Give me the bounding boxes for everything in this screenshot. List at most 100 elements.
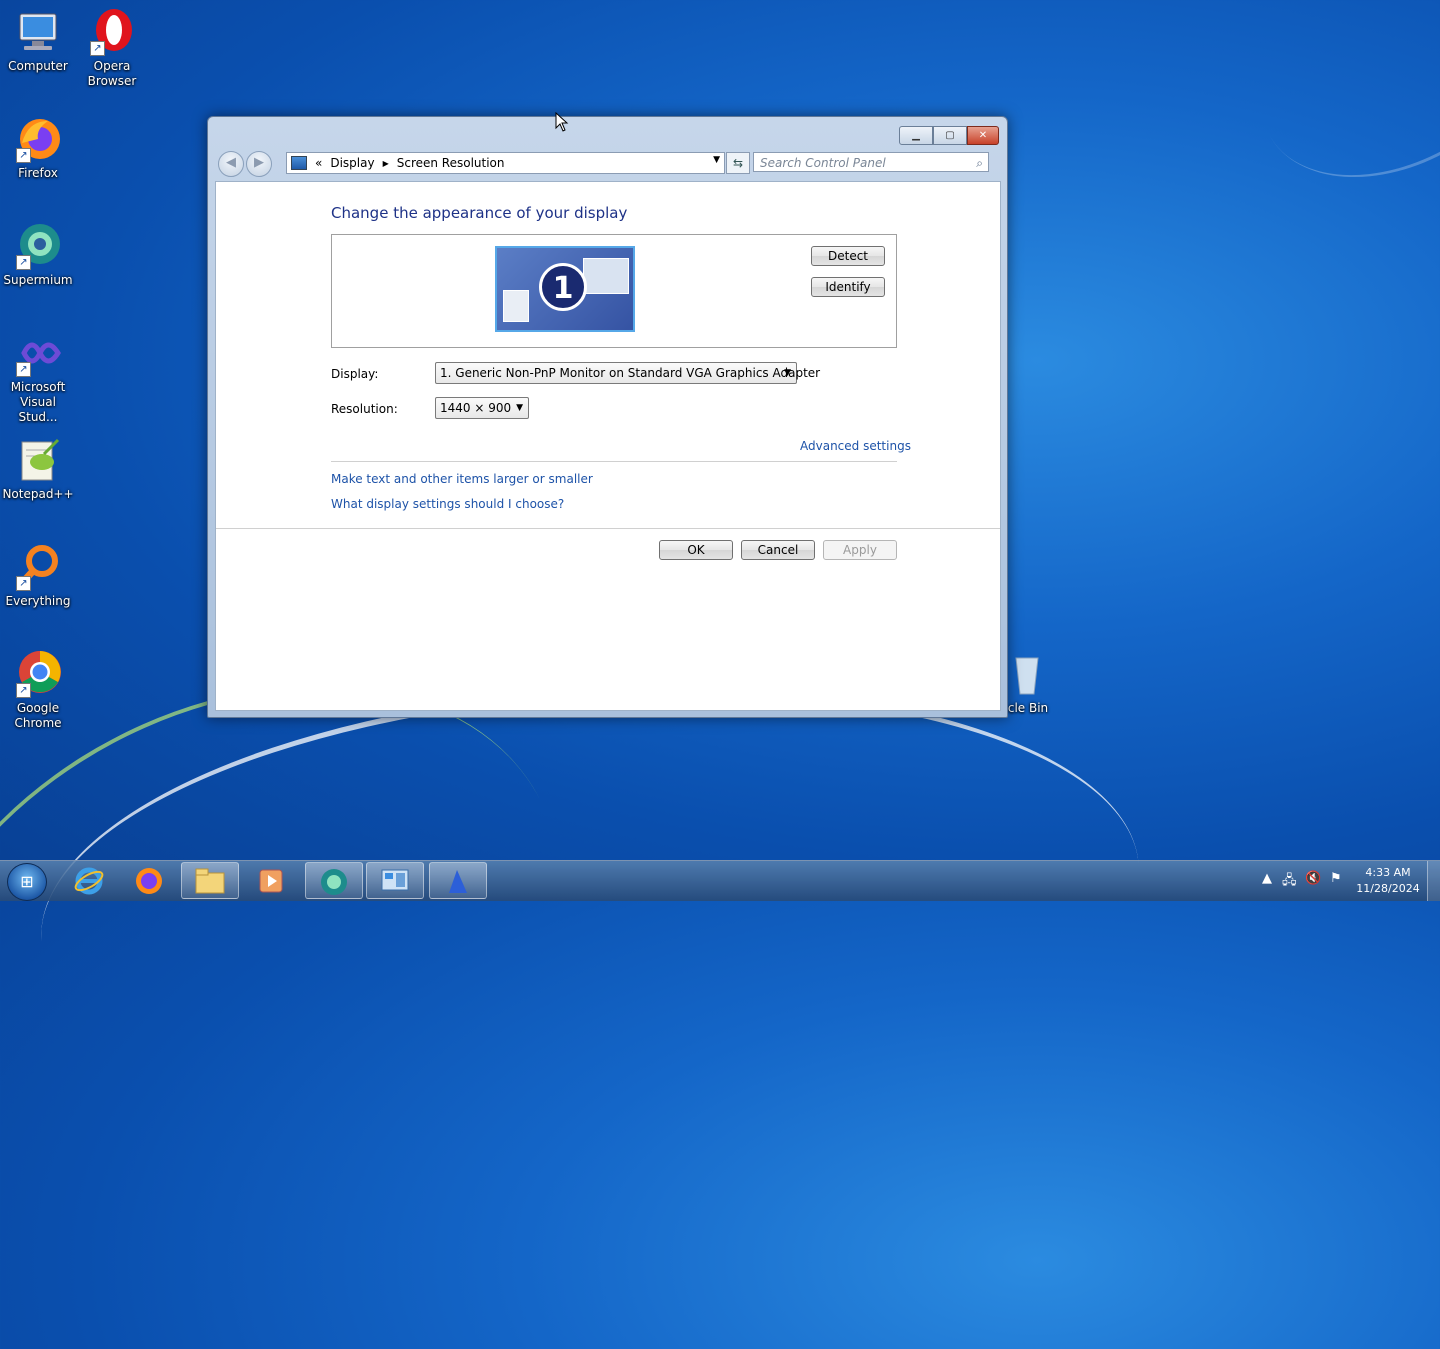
folder-icon bbox=[195, 868, 225, 894]
window-preview-graphic bbox=[583, 258, 629, 294]
display-label: Display: bbox=[331, 367, 379, 381]
detect-button[interactable]: Detect bbox=[811, 246, 885, 266]
search-icon[interactable]: ⌕ bbox=[976, 153, 983, 173]
breadcrumb-display[interactable]: Display bbox=[330, 156, 374, 170]
forward-button[interactable]: ▶ bbox=[246, 151, 272, 177]
shortcut-arrow-icon: ↗ bbox=[16, 576, 31, 591]
show-desktop-button[interactable] bbox=[1427, 861, 1440, 901]
shortcut-arrow-icon: ↗ bbox=[16, 362, 31, 377]
taskbar-control-panel[interactable] bbox=[366, 862, 424, 899]
control-panel-icon bbox=[381, 869, 409, 891]
clock-date: 11/28/2024 bbox=[1356, 882, 1420, 895]
monitor-arrangement-box: 1 Detect Identify bbox=[331, 234, 897, 348]
close-icon: ✕ bbox=[978, 130, 988, 141]
taskbar-app[interactable] bbox=[429, 862, 487, 899]
control-panel-icon bbox=[291, 156, 307, 170]
breadcrumb-separator-icon: ▶ bbox=[382, 158, 389, 168]
resolution-select[interactable]: 1440 × 900 ▼ bbox=[435, 397, 529, 419]
desktop-icon-label: Firefox bbox=[18, 166, 58, 180]
taskbar-media-player[interactable] bbox=[242, 862, 300, 899]
refresh-button[interactable]: ⇆ bbox=[726, 152, 750, 174]
refresh-icon: ⇆ bbox=[732, 156, 744, 170]
start-button[interactable]: ⊞ bbox=[7, 863, 47, 901]
tray-volume[interactable]: 🔇 bbox=[1305, 871, 1321, 886]
windows-logo-icon: ⊞ bbox=[20, 872, 34, 891]
desktop-icon-notepadpp[interactable]: Notepad++ bbox=[0, 436, 76, 502]
taskbar-internet-explorer[interactable] bbox=[60, 862, 118, 899]
navigation-bar: ◀ ▶ « Display ▶ Screen Resolution ▼ ⇆ Se… bbox=[216, 151, 999, 177]
breadcrumb-root-chevron[interactable]: « bbox=[315, 156, 322, 170]
flag-icon: ⚑ bbox=[1330, 871, 1342, 886]
shortcut-arrow-icon: ↗ bbox=[90, 41, 105, 56]
desktop-icon-visual-studio[interactable]: ↗ Microsoft Visual Stud... bbox=[0, 329, 76, 425]
maximize-button[interactable]: ▢ bbox=[933, 126, 967, 145]
supermium-icon bbox=[321, 869, 347, 895]
computer-icon bbox=[14, 8, 62, 56]
ok-button[interactable]: OK bbox=[659, 540, 733, 560]
minimize-icon: ▁ bbox=[912, 130, 920, 141]
breadcrumb-screen-resolution[interactable]: Screen Resolution bbox=[397, 156, 505, 170]
shortcut-arrow-icon: ↗ bbox=[16, 683, 31, 698]
taskbar-supermium[interactable] bbox=[305, 862, 363, 899]
forward-arrow-icon: ▶ bbox=[254, 155, 264, 170]
desktop-icon-chrome[interactable]: ↗ Google Chrome bbox=[0, 650, 76, 731]
desktop-icon-label: Microsoft Visual Stud... bbox=[10, 380, 66, 424]
everything-search-icon: ↗ bbox=[14, 543, 62, 591]
back-arrow-icon: ◀ bbox=[226, 155, 236, 170]
clock[interactable]: 4:33 AM 11/28/2024 bbox=[1352, 865, 1424, 897]
search-placeholder: Search Control Panel bbox=[760, 156, 886, 170]
identify-button[interactable]: Identify bbox=[811, 277, 885, 297]
maximize-icon: ▢ bbox=[945, 130, 955, 141]
monitor-preview[interactable]: 1 bbox=[495, 246, 635, 332]
cancel-button[interactable]: Cancel bbox=[741, 540, 815, 560]
chrome-icon: ↗ bbox=[14, 650, 62, 698]
text-size-link[interactable]: Make text and other items larger or smal… bbox=[331, 472, 593, 486]
desktop-icon-label: Notepad++ bbox=[2, 487, 74, 501]
taskbar: ⊞ ▲ 🖧 🔇 ⚑ 4:33 AM 11/28/2024 bbox=[0, 860, 1440, 901]
apply-button[interactable]: Apply bbox=[823, 540, 897, 560]
tray-action-center[interactable]: ⚑ bbox=[1330, 871, 1342, 886]
desktop-icon-firefox[interactable]: ↗ Firefox bbox=[0, 115, 76, 181]
taskbar-explorer[interactable] bbox=[181, 862, 239, 899]
display-select-value: 1. Generic Non-PnP Monitor on Standard V… bbox=[440, 366, 821, 380]
resolution-label: Resolution: bbox=[331, 402, 398, 416]
shortcut-arrow-icon: ↗ bbox=[16, 255, 31, 270]
chevron-down-icon: ▼ bbox=[784, 368, 791, 378]
page-title: Change the appearance of your display bbox=[331, 204, 628, 222]
desktop-icon-everything[interactable]: ↗ Everything bbox=[0, 543, 76, 609]
desktop-icon-label: Opera Browser bbox=[87, 59, 137, 88]
address-dropdown-icon[interactable]: ▼ bbox=[713, 155, 720, 165]
firefox-icon: ↗ bbox=[14, 115, 62, 163]
tray-network[interactable]: 🖧 bbox=[1282, 871, 1297, 893]
desktop-icon-label: Supermium bbox=[3, 273, 73, 287]
resolution-select-value: 1440 × 900 bbox=[440, 401, 512, 415]
search-input[interactable]: Search Control Panel ⌕ bbox=[753, 152, 989, 172]
address-bar[interactable]: « Display ▶ Screen Resolution ▼ bbox=[286, 152, 725, 174]
desktop-icon-label: Google Chrome bbox=[14, 701, 62, 730]
advanced-settings-link[interactable]: Advanced settings bbox=[800, 439, 911, 453]
window-preview-graphic bbox=[503, 290, 529, 322]
minimize-button[interactable]: ▁ bbox=[899, 126, 933, 145]
show-hidden-icons-button[interactable]: ▲ bbox=[1262, 871, 1272, 886]
taskbar-firefox[interactable] bbox=[120, 862, 178, 899]
desktop-icon-computer[interactable]: Computer bbox=[0, 8, 76, 74]
shortcut-arrow-icon: ↗ bbox=[16, 148, 31, 163]
separator bbox=[216, 528, 1000, 529]
network-icon: 🖧 bbox=[1282, 873, 1297, 888]
back-button[interactable]: ◀ bbox=[218, 151, 244, 177]
chevron-down-icon: ▼ bbox=[516, 403, 523, 413]
desktop-icon-opera[interactable]: ↗ Opera Browser bbox=[74, 8, 150, 89]
media-player-icon bbox=[259, 869, 283, 893]
content-pane: Change the appearance of your display 1 … bbox=[215, 181, 1001, 711]
close-button[interactable]: ✕ bbox=[967, 126, 999, 145]
desktop-icon-supermium[interactable]: ↗ Supermium bbox=[0, 222, 76, 288]
display-settings-help-link[interactable]: What display settings should I choose? bbox=[331, 497, 564, 511]
clock-time: 4:33 AM bbox=[1365, 866, 1411, 879]
display-select[interactable]: 1. Generic Non-PnP Monitor on Standard V… bbox=[435, 362, 820, 384]
opera-icon: ↗ bbox=[88, 8, 136, 56]
window-caption-buttons: ▁ ▢ ✕ bbox=[899, 126, 999, 145]
screen-resolution-window: ▁ ▢ ✕ ◀ ▶ « Display ▶ Screen Resolution … bbox=[207, 116, 1008, 718]
mouse-cursor-icon bbox=[555, 112, 569, 132]
supermium-icon: ↗ bbox=[14, 222, 62, 270]
firefox-icon bbox=[136, 868, 162, 894]
